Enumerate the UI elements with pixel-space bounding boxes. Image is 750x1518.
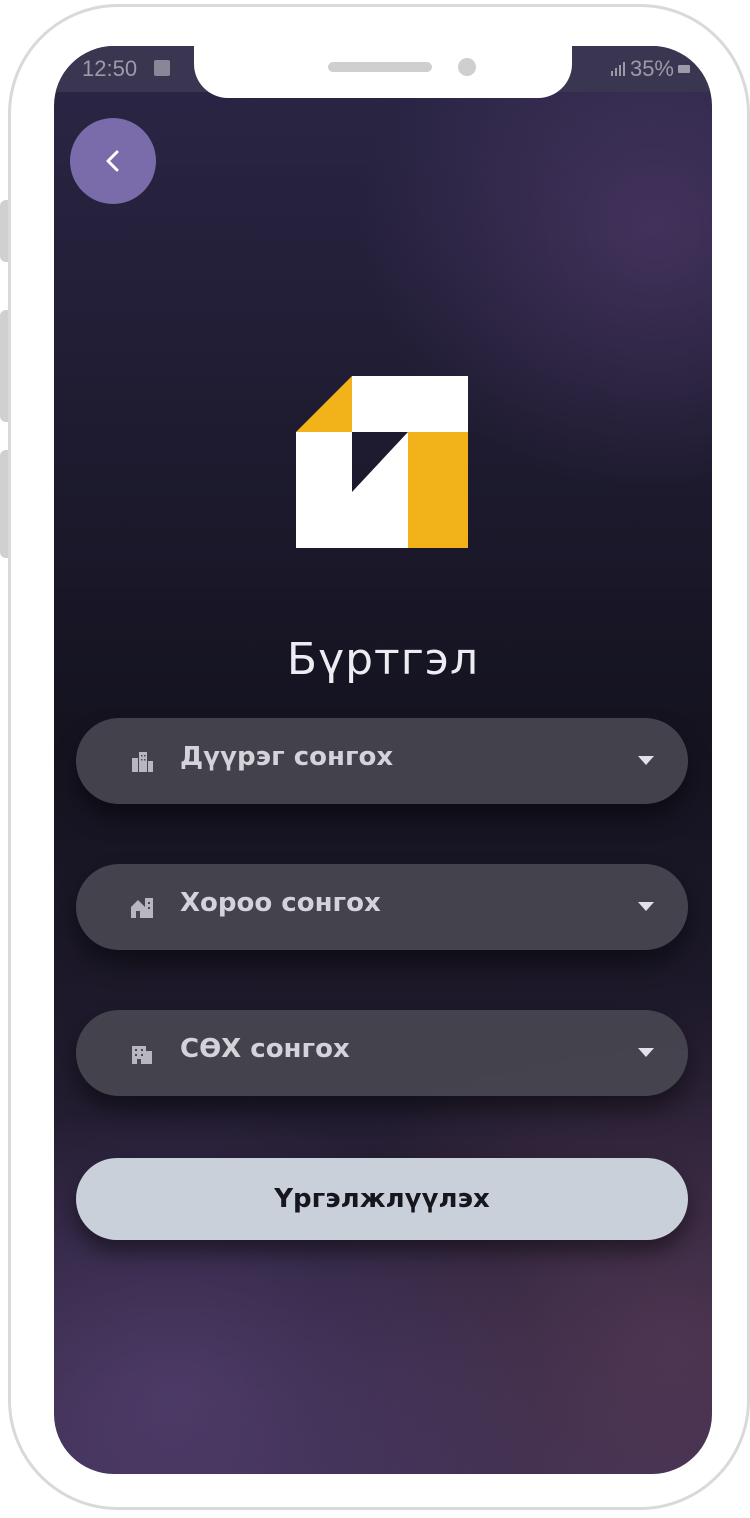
signal-icon (610, 62, 625, 76)
battery-icon (678, 65, 690, 73)
notification-icon (154, 60, 170, 76)
chevron-left-icon (106, 150, 119, 172)
app-screen: 12:50 35% Бүртгэл Дүүрэг сонгох Хороо со… (54, 46, 712, 1474)
phone-notch (194, 46, 572, 98)
hoa-select-label: СӨХ сонгох (180, 1034, 350, 1064)
khoroo-select-label: Хороо сонгох (180, 888, 381, 918)
status-indicators: 35% (610, 56, 690, 82)
app-logo (296, 376, 468, 548)
district-select[interactable]: Дүүрэг сонгох (76, 718, 688, 804)
city-icon (132, 752, 153, 772)
district-select-label: Дүүрэг сонгох (180, 742, 394, 772)
caret-down-icon (638, 756, 654, 765)
page: 12:50 35% Бүртгэл Дүүрэг сонгох Хороо со… (0, 0, 750, 1518)
apartment-icon (132, 1046, 152, 1064)
back-button[interactable] (70, 118, 156, 204)
page-title: Бүртгэл (286, 634, 480, 685)
khoroo-select[interactable]: Хороо сонгох (76, 864, 688, 950)
caret-down-icon (638, 1048, 654, 1057)
hoa-select[interactable]: СӨХ сонгох (76, 1010, 688, 1096)
continue-button[interactable]: Үргэлжлүүлэх (76, 1158, 688, 1240)
battery-percent: 35% (629, 56, 674, 81)
speaker-grille (328, 62, 432, 72)
status-time: 12:50 (82, 56, 138, 81)
front-camera (458, 58, 476, 76)
caret-down-icon (638, 902, 654, 911)
house-icon (131, 898, 153, 918)
